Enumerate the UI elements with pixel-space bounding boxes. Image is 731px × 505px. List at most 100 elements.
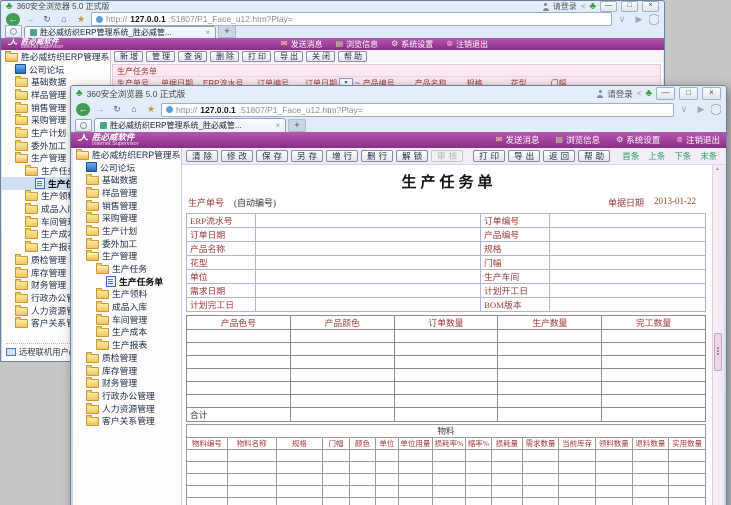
toolbar-button[interactable]: 保存 [256, 150, 288, 162]
tree-item[interactable]: 委外加工 [73, 237, 181, 250]
scrollbar-thumb[interactable] [714, 333, 722, 371]
browser-tab[interactable]: 胜必威纺织ERP管理系统_胜必威管... × [94, 118, 286, 132]
grid-cell[interactable] [290, 330, 394, 343]
go-button[interactable]: ▶ [632, 13, 646, 26]
close-button[interactable]: × [702, 87, 721, 100]
title-bar[interactable]: ♣ 360安全浏览器 5.0 正式版 请登录 < ♣ — □ × [1, 1, 664, 12]
grid-cell[interactable] [602, 356, 706, 369]
tree-item[interactable]: 质检管理 [73, 351, 181, 364]
toolbar-button[interactable]: 增行 [326, 150, 358, 162]
tree-item[interactable]: 成品入库 [73, 300, 181, 313]
grid-cell[interactable] [522, 486, 559, 498]
grid-cell[interactable] [498, 343, 602, 356]
grid-cell[interactable] [276, 450, 323, 462]
grid-cell[interactable] [595, 474, 632, 486]
grid-cell[interactable] [323, 486, 349, 498]
grid-cell[interactable] [323, 474, 349, 486]
grid-cell[interactable] [669, 462, 706, 474]
grid-cell[interactable] [227, 498, 276, 505]
grid-cell[interactable] [632, 486, 669, 498]
tree-item[interactable]: 胜必威纺织ERP管理系统 [2, 50, 110, 63]
grid-cell[interactable] [465, 462, 491, 474]
grid-cell[interactable] [522, 462, 559, 474]
tree-item[interactable]: 生产任务 [73, 262, 181, 275]
grid-cell[interactable] [187, 356, 291, 369]
nav-link[interactable]: 末条 [700, 150, 717, 162]
field-value-cell[interactable] [256, 214, 481, 228]
new-tab-button[interactable]: + [218, 25, 236, 38]
field-value-cell[interactable] [550, 270, 706, 284]
grid-cell[interactable] [492, 474, 523, 486]
back-button[interactable]: ← [6, 13, 20, 26]
toolbar-button[interactable]: 解锁 [396, 150, 428, 162]
tree-item[interactable]: 样品管理 [73, 186, 181, 199]
grid-cell[interactable] [398, 462, 433, 474]
shield-icon[interactable] [649, 14, 659, 25]
grid-cell[interactable] [498, 382, 602, 395]
grid-cell[interactable] [349, 474, 375, 486]
grid-cell[interactable] [559, 474, 596, 486]
grid-cell[interactable] [522, 498, 559, 505]
maximize-button[interactable]: □ [679, 87, 698, 100]
home-button[interactable]: ⌂ [127, 103, 141, 116]
toolbar-button[interactable]: 打印 [242, 51, 271, 62]
grid-cell[interactable] [376, 450, 398, 462]
address-bar[interactable]: http://127.0.0.1:51807/P1_Face_u12.htm?P… [161, 103, 674, 117]
vertical-scrollbar[interactable]: ▲ [712, 165, 722, 505]
scroll-up-icon[interactable]: ▲ [713, 166, 722, 172]
tree-item[interactable]: 公司论坛 [2, 63, 110, 76]
grid-cell[interactable] [290, 343, 394, 356]
collapse-icon[interactable]: < [637, 89, 642, 98]
minimize-button[interactable]: — [656, 87, 675, 100]
shield-icon[interactable] [711, 104, 721, 115]
tree-item[interactable]: 生产领料 [73, 288, 181, 301]
grid-cell[interactable] [349, 462, 375, 474]
grid-cell[interactable] [187, 498, 228, 505]
grid-cell[interactable] [498, 395, 602, 408]
forward-button[interactable]: → [93, 103, 107, 116]
tree-item[interactable]: 基础数据 [73, 173, 181, 186]
grid-cell[interactable] [492, 462, 523, 474]
nav-link[interactable]: 下条 [674, 150, 691, 162]
go-button[interactable]: ▶ [694, 103, 708, 116]
grid-cell[interactable] [398, 486, 433, 498]
toolbar-button[interactable]: 关闭 [306, 51, 335, 62]
grid-cell[interactable] [349, 498, 375, 505]
grid-cell[interactable] [376, 498, 398, 505]
urlbar-dropdown-button[interactable]: ∨ [677, 103, 691, 116]
grid-cell[interactable] [187, 474, 228, 486]
field-value-cell[interactable] [550, 242, 706, 256]
toolbar-button[interactable]: 打印 [473, 150, 505, 162]
grid-cell[interactable] [632, 450, 669, 462]
grid-cell[interactable] [394, 395, 498, 408]
grid-cell[interactable] [559, 498, 596, 505]
tree-item[interactable]: 生产任务单 [73, 275, 181, 288]
login-button[interactable]: 请登录 [542, 1, 577, 12]
field-value-cell[interactable] [256, 284, 481, 298]
tree-item[interactable]: 生产报表 [73, 338, 181, 351]
grid-cell[interactable] [492, 498, 523, 505]
grid-cell[interactable] [602, 395, 706, 408]
appmenu-logout[interactable]: ⊗注销退出 [446, 39, 488, 50]
grid-cell[interactable] [187, 395, 291, 408]
back-button[interactable]: ← [76, 103, 90, 116]
grid-cell[interactable] [398, 450, 433, 462]
toolbar-button[interactable]: 另存 [291, 150, 323, 162]
grid-cell[interactable] [276, 486, 323, 498]
field-value-cell[interactable] [256, 298, 481, 312]
urlbar-dropdown-button[interactable]: ∨ [615, 13, 629, 26]
grid-cell[interactable] [323, 450, 349, 462]
grid-cell[interactable] [187, 343, 291, 356]
grid-cell[interactable] [492, 486, 523, 498]
tree-item[interactable]: 胜必威纺织ERP管理系统 [73, 148, 181, 161]
grid-cell[interactable] [595, 498, 632, 505]
grid-cell[interactable] [559, 450, 596, 462]
forward-button[interactable]: → [23, 13, 37, 26]
grid-cell[interactable] [498, 330, 602, 343]
grid-cell[interactable] [187, 330, 291, 343]
tree-item[interactable]: 销售管理 [73, 199, 181, 212]
grid-cell[interactable] [187, 462, 228, 474]
favorites-star-icon[interactable]: ★ [144, 103, 158, 116]
grid-cell[interactable] [394, 343, 498, 356]
grid-cell[interactable] [276, 474, 323, 486]
